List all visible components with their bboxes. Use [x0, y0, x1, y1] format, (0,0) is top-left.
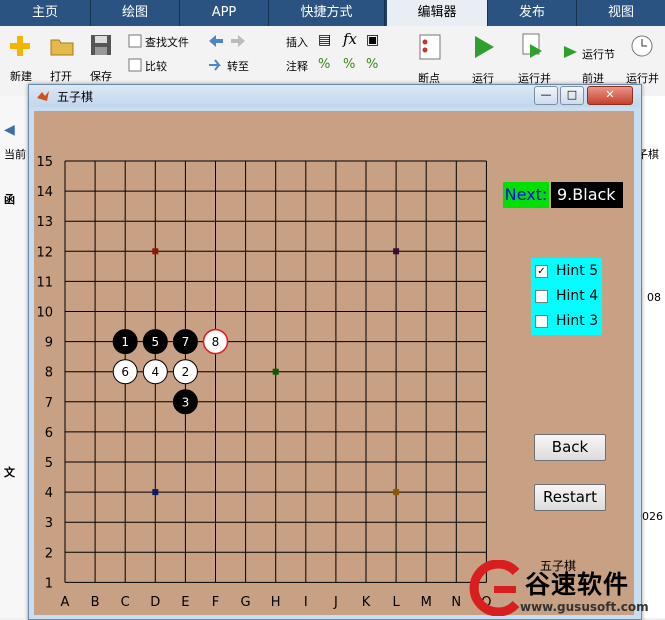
y-tick-label: 7	[45, 396, 53, 411]
hint-3-checkbox[interactable]	[535, 315, 548, 328]
y-tick-label: 8	[45, 366, 53, 381]
hint-4-label: Hint 4	[556, 288, 599, 304]
stone-number: 1	[121, 335, 129, 349]
stone-number: 7	[182, 335, 190, 349]
restart-button[interactable]: Restart	[534, 484, 606, 511]
y-tick-label: 2	[45, 546, 53, 561]
x-tick-label: L	[392, 595, 400, 610]
stone-number: 3	[182, 395, 190, 409]
star-point	[272, 368, 279, 375]
hint-3-label: Hint 3	[556, 313, 599, 329]
next-label: Next:	[503, 182, 549, 208]
x-tick-label: I	[304, 595, 308, 610]
y-tick-label: 6	[45, 426, 53, 441]
gususoft-logo-icon	[469, 560, 520, 616]
y-axis-labels: 15 14 13 12 11 10 9 8 7 6 5 4 3 2 1	[36, 155, 53, 591]
x-tick-label: A	[61, 595, 70, 610]
x-tick-label: K	[362, 595, 371, 610]
y-tick-label: 5	[45, 456, 53, 471]
x-tick-label: F	[212, 595, 219, 610]
y-tick-label: 9	[45, 336, 53, 351]
next-move-indicator: Next: 9.Black	[503, 182, 623, 208]
hint-4-checkbox[interactable]	[535, 290, 548, 303]
y-tick-label: 4	[45, 486, 53, 501]
stone-number: 2	[182, 365, 190, 379]
x-tick-label: B	[91, 595, 100, 610]
y-tick-label: 15	[36, 155, 53, 170]
stone-number: 5	[151, 335, 159, 349]
hint-5-label: Hint 5	[556, 263, 599, 279]
hint-5-checkbox[interactable]: ✓	[535, 265, 548, 278]
y-tick-label: 12	[36, 245, 53, 260]
x-tick-label: J	[333, 595, 338, 610]
y-tick-label: 10	[36, 306, 53, 321]
stone-number: 8	[212, 335, 220, 349]
y-tick-label: 13	[36, 215, 53, 230]
stone-number: 6	[121, 365, 129, 379]
x-axis-labels: ABCDEFGHIJKLMNO	[61, 595, 492, 610]
watermark-url: www.gususoft.com	[520, 600, 649, 614]
hint-4-option[interactable]: Hint 4	[534, 286, 600, 306]
back-button[interactable]: Back	[534, 434, 606, 461]
star-point	[152, 248, 159, 255]
hint-5-option[interactable]: ✓ Hint 5	[534, 261, 600, 281]
y-tick-label: 11	[36, 275, 53, 290]
y-tick-label: 3	[45, 516, 53, 531]
x-tick-label: M	[421, 595, 432, 610]
y-tick-label: 1	[45, 576, 53, 591]
star-point	[393, 489, 400, 496]
stone-number: 4	[151, 365, 159, 379]
x-tick-label: C	[121, 595, 130, 610]
hint-panel: ✓ Hint 5 Hint 4 Hint 3	[531, 258, 602, 335]
x-tick-label: E	[181, 595, 189, 610]
star-point	[393, 248, 400, 255]
x-tick-label: D	[150, 595, 160, 610]
y-tick-label: 14	[36, 185, 53, 200]
x-tick-label: N	[451, 595, 461, 610]
next-value: 9.Black	[551, 182, 623, 208]
x-tick-label: H	[271, 595, 281, 610]
x-tick-label: G	[241, 595, 251, 610]
watermark-text: 谷速软件	[525, 570, 630, 599]
star-point	[152, 489, 159, 496]
hint-3-option[interactable]: Hint 3	[534, 311, 600, 331]
